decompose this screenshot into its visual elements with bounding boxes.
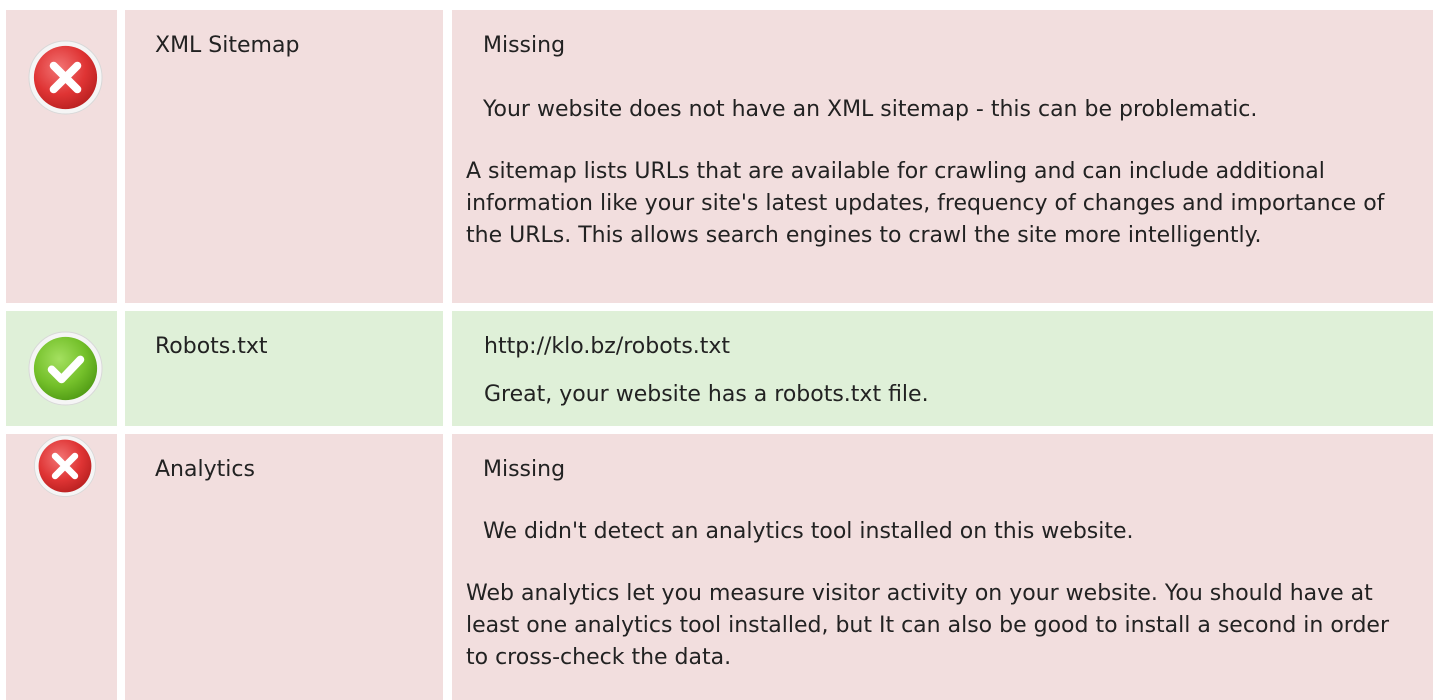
check-value: Missing bbox=[483, 457, 566, 482]
status-cell bbox=[6, 434, 117, 700]
check-name-cell: XML Sitemap bbox=[125, 10, 443, 303]
check-row-analytics: Analytics Missing We didn't detect an an… bbox=[0, 434, 1433, 700]
check-name: Robots.txt bbox=[155, 334, 268, 359]
success-icon bbox=[28, 331, 103, 406]
check-name-cell: Robots.txt bbox=[125, 311, 443, 426]
status-cell bbox=[6, 311, 117, 426]
check-name: XML Sitemap bbox=[155, 33, 300, 58]
check-explanation: Web analytics let you measure visitor ac… bbox=[466, 581, 1390, 670]
check-value-link[interactable]: http://klo.bz/robots.txt bbox=[484, 331, 730, 363]
check-explanation: A sitemap lists URLs that are available … bbox=[466, 159, 1385, 248]
check-summary: We didn't detect an analytics tool insta… bbox=[483, 519, 1134, 544]
check-result-cell: http://klo.bz/robots.txt Great, your web… bbox=[452, 311, 1433, 426]
check-value: Missing bbox=[483, 33, 566, 58]
error-icon bbox=[28, 40, 103, 115]
check-summary: Your website does not have an XML sitema… bbox=[483, 97, 1258, 122]
check-row-xml-sitemap: XML Sitemap Missing Your website does no… bbox=[0, 10, 1433, 303]
status-cell bbox=[6, 10, 117, 303]
seo-checks-table: XML Sitemap Missing Your website does no… bbox=[0, 0, 1433, 700]
check-result-cell: Missing Your website does not have an XM… bbox=[452, 10, 1433, 303]
error-icon bbox=[34, 435, 96, 497]
check-row-robots-txt: Robots.txt http://klo.bz/robots.txt Grea… bbox=[0, 311, 1433, 426]
check-name-cell: Analytics bbox=[125, 434, 443, 700]
check-result-cell: Missing We didn't detect an analytics to… bbox=[452, 434, 1433, 700]
check-name: Analytics bbox=[155, 457, 255, 482]
check-summary: Great, your website has a robots.txt fil… bbox=[484, 382, 929, 407]
